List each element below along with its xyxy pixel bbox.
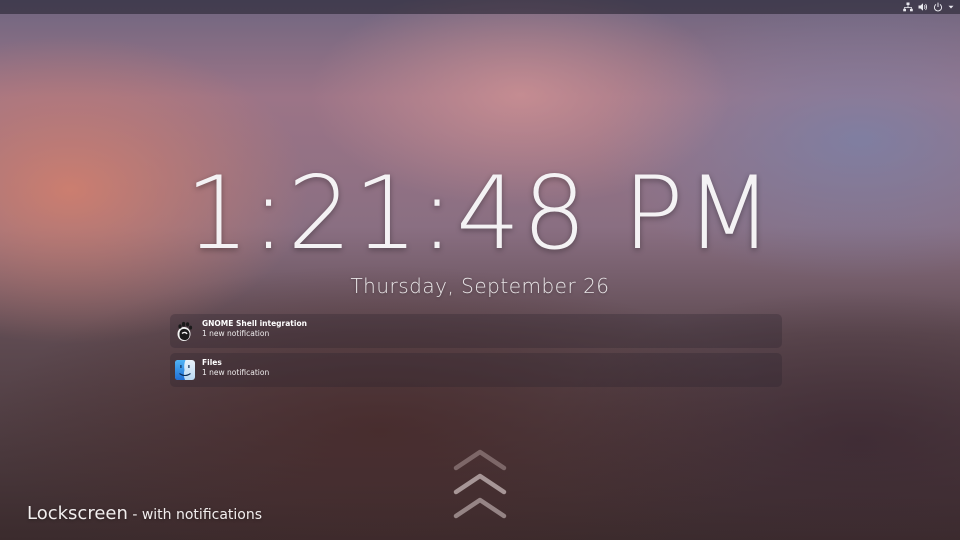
notification-title: Files bbox=[202, 358, 222, 367]
network-wired-icon bbox=[903, 2, 913, 12]
lockscreen-date: Thursday, September 26 bbox=[350, 274, 610, 298]
notification-body: 1 new notification bbox=[202, 329, 270, 338]
power-icon bbox=[933, 2, 943, 12]
notification-title: GNOME Shell integration bbox=[202, 319, 307, 328]
top-bar bbox=[0, 0, 960, 14]
screenshot-caption: Lockscreen - with notifications bbox=[27, 503, 262, 524]
notification-body: 1 new notification bbox=[202, 368, 270, 377]
files-finder-icon bbox=[174, 359, 196, 381]
caption-title: Lockscreen bbox=[27, 503, 128, 524]
status-menu[interactable] bbox=[903, 1, 954, 13]
dropdown-arrow-icon bbox=[948, 2, 954, 12]
lockscreen-clock: 1:21:48 PM bbox=[185, 154, 775, 272]
notification-gnome-shell-integration[interactable]: GNOME Shell integration 1 new notificati… bbox=[170, 314, 782, 348]
notification-list: GNOME Shell integration 1 new notificati… bbox=[170, 314, 782, 392]
volume-icon bbox=[918, 2, 928, 12]
notification-files[interactable]: Files 1 new notification bbox=[170, 353, 782, 387]
gnome-foot-icon bbox=[174, 320, 196, 342]
caption-subtitle: - with notifications bbox=[127, 507, 263, 523]
unlock-chevrons-icon[interactable] bbox=[452, 446, 508, 522]
